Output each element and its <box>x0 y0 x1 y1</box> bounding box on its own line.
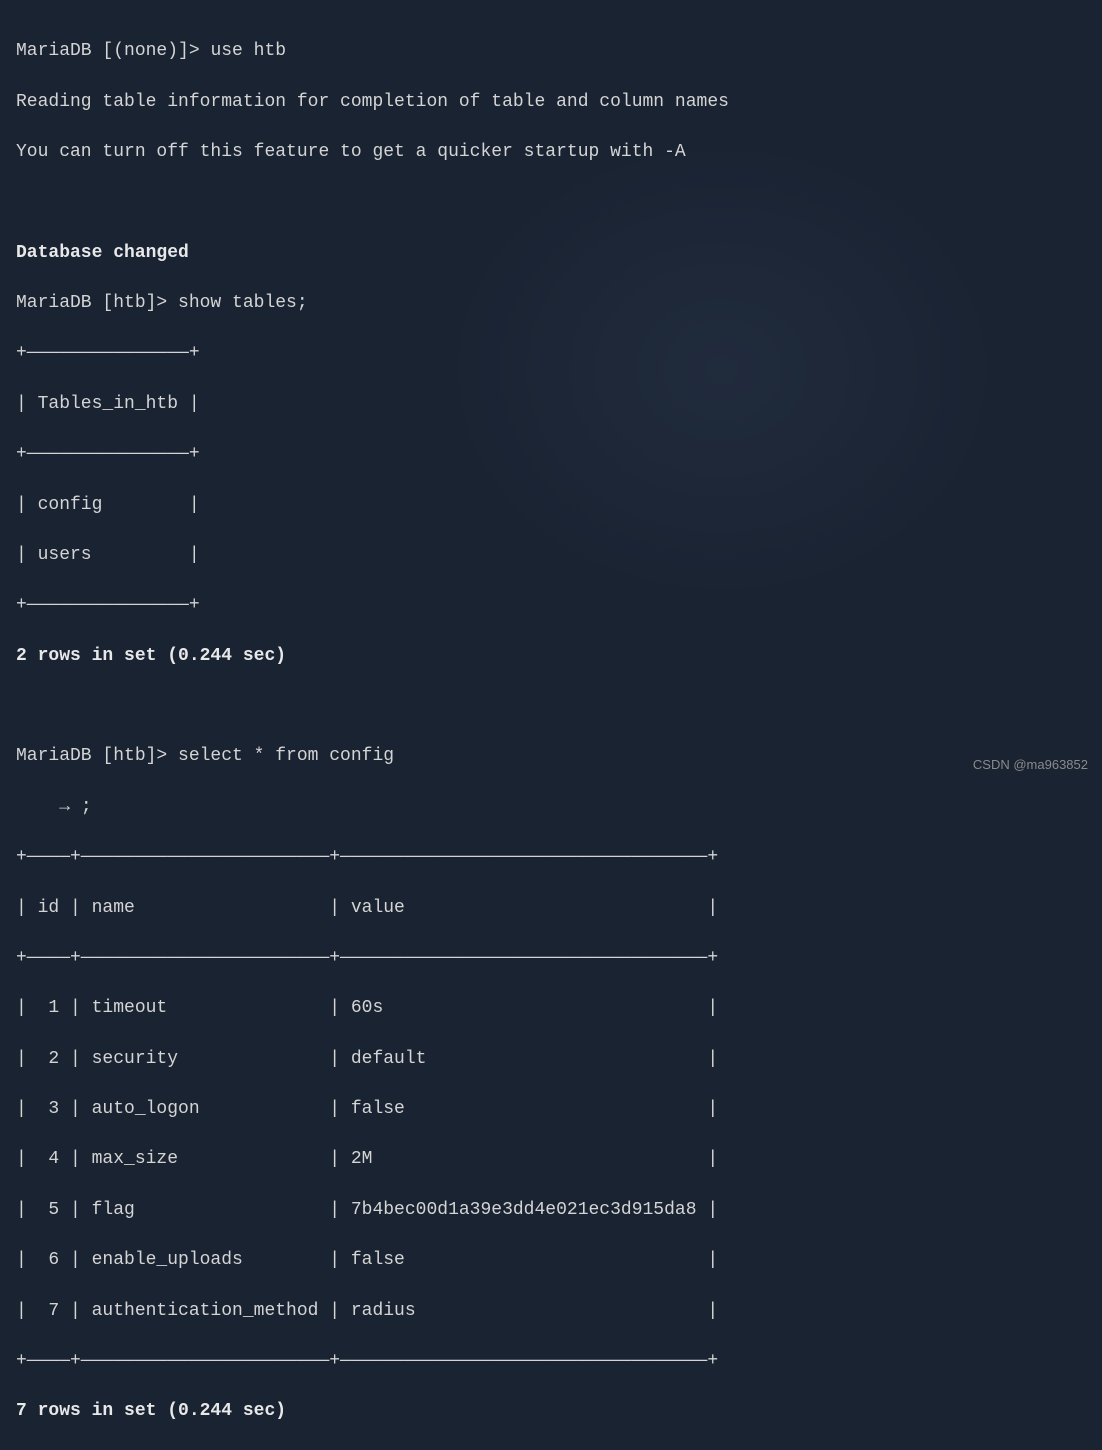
prompt: MariaDB [htb]> <box>16 746 178 766</box>
table-border: +———————————————+ <box>16 442 1086 467</box>
table-row: | users | <box>16 543 1086 568</box>
table-header: | Tables_in_htb | <box>16 392 1086 417</box>
prompt-line: MariaDB [htb]> show tables; <box>16 291 1086 316</box>
continuation-prompt: → <box>16 797 81 817</box>
status-line: 7 rows in set (0.244 sec) <box>16 1399 1086 1424</box>
continuation-line: → ; <box>16 795 1086 820</box>
table-row: | 2 | security | default | <box>16 1047 1086 1072</box>
table-border: +———————————————+ <box>16 341 1086 366</box>
table-row: | 5 | flag | 7b4bec00d1a39e3dd4e021ec3d9… <box>16 1198 1086 1223</box>
terminal-output[interactable]: MariaDB [(none)]> use htb Reading table … <box>16 14 1086 1450</box>
blank-line <box>16 694 1086 719</box>
table-row: | 3 | auto_logon | false | <box>16 1097 1086 1122</box>
info-line: Reading table information for completion… <box>16 90 1086 115</box>
table-border: +————+———————————————————————+——————————… <box>16 946 1086 971</box>
table-header: | id | name | value | <box>16 896 1086 921</box>
table-row: | 6 | enable_uploads | false | <box>16 1248 1086 1273</box>
watermark-text: CSDN @ma963852 <box>973 756 1088 774</box>
table-border: +———————————————+ <box>16 593 1086 618</box>
prompt: MariaDB [htb]> <box>16 293 178 313</box>
command-text: use htb <box>210 41 286 61</box>
command-text: show tables; <box>178 293 308 313</box>
prompt-line: MariaDB [(none)]> use htb <box>16 39 1086 64</box>
table-row: | 4 | max_size | 2M | <box>16 1147 1086 1172</box>
command-text: select * from config <box>178 746 394 766</box>
info-line: You can turn off this feature to get a q… <box>16 140 1086 165</box>
prompt: MariaDB [(none)]> <box>16 41 210 61</box>
table-row: | 1 | timeout | 60s | <box>16 996 1086 1021</box>
status-line: Database changed <box>16 241 1086 266</box>
table-border: +————+———————————————————————+——————————… <box>16 1349 1086 1374</box>
table-row: | 7 | authentication_method | radius | <box>16 1299 1086 1324</box>
table-row: | config | <box>16 493 1086 518</box>
table-border: +————+———————————————————————+——————————… <box>16 845 1086 870</box>
command-text: ; <box>81 797 92 817</box>
prompt-line: MariaDB [htb]> select * from config <box>16 744 1086 769</box>
blank-line <box>16 190 1086 215</box>
status-line: 2 rows in set (0.244 sec) <box>16 644 1086 669</box>
